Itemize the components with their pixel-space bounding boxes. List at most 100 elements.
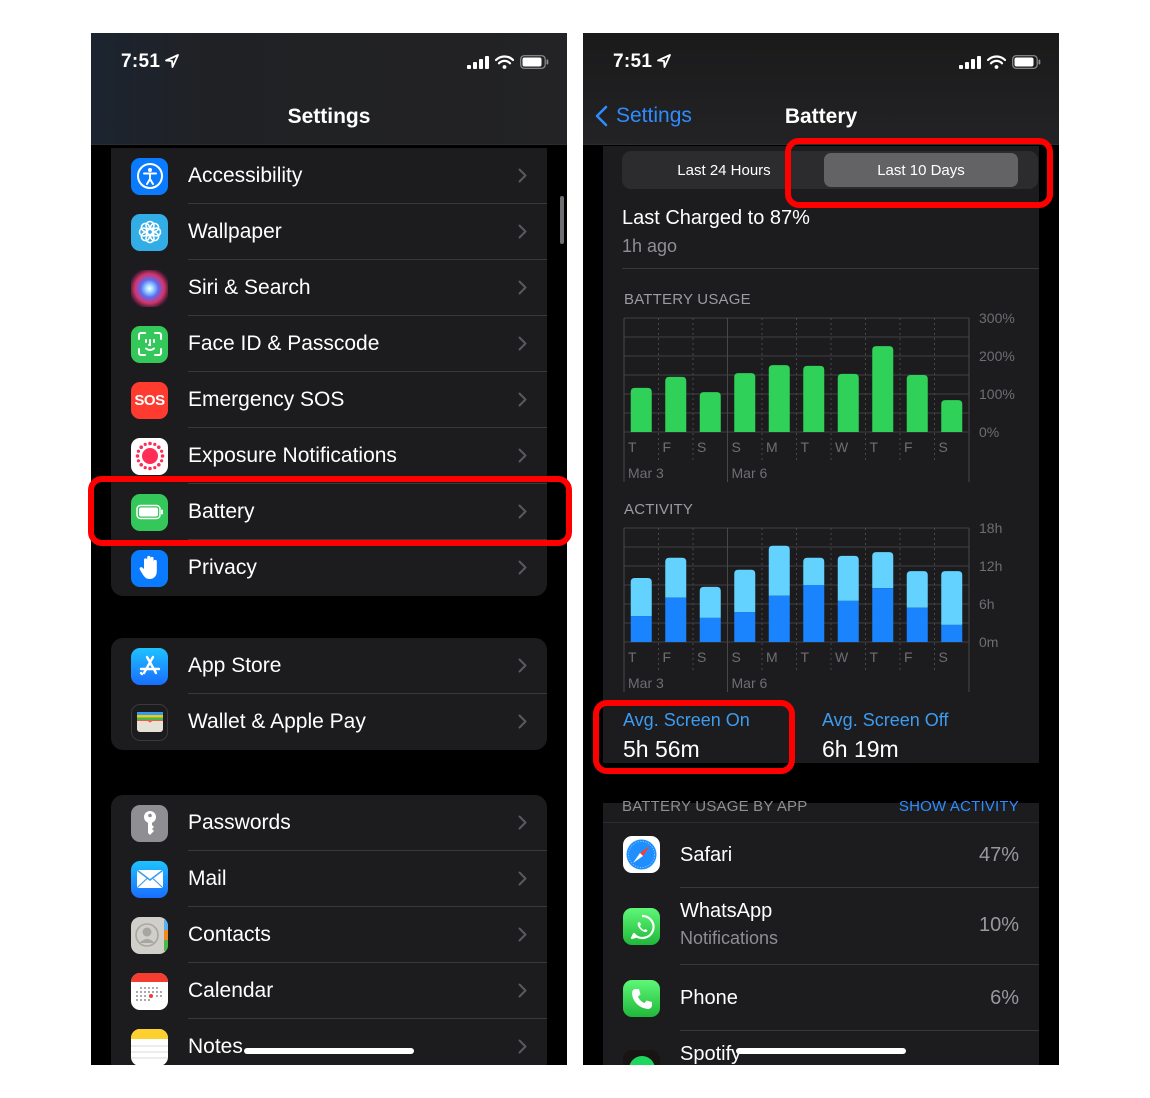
chevron-right-icon — [518, 871, 527, 886]
chevron-right-icon — [518, 280, 527, 295]
app-percent: 47% — [978, 844, 1019, 866]
chevron-right-icon — [518, 168, 527, 183]
settings-item-label: Privacy — [188, 556, 257, 579]
chevron-right-icon — [518, 1039, 527, 1054]
settings-item-label: Mail — [188, 867, 227, 890]
settings-screen: 7:51 Settings Accessibility Wallpaper Si… — [91, 33, 567, 1065]
screen-on-bar — [768, 595, 790, 642]
battery-bar — [734, 373, 756, 432]
app-usage-list: Safari 47% WhatsApp Notifications 10% Ph… — [603, 822, 1039, 1065]
battery-bar — [906, 375, 928, 432]
settings-item-wallet-apple-pay[interactable]: Wallet & Apple Pay — [111, 694, 547, 750]
settings-item-label: Exposure Notifications — [188, 444, 397, 467]
app-name: Safari — [680, 844, 733, 866]
settings-item-label: Wallpaper — [188, 220, 282, 243]
app-row-safari[interactable]: Safari 47% — [603, 822, 1039, 888]
y-tick-label: 200% — [979, 348, 1015, 364]
settings-item-accessibility[interactable]: Accessibility — [111, 148, 547, 204]
y-tick-label: 18h — [979, 520, 1002, 536]
calendar-icon — [131, 972, 168, 1010]
battery-bar — [837, 373, 859, 432]
location-arrow-icon — [657, 54, 671, 68]
cellular-signal-icon — [959, 55, 981, 69]
status-bar: 7:51 — [91, 33, 567, 93]
battery-status-icon — [1012, 55, 1041, 69]
x-tick-label: S — [697, 439, 706, 455]
settings-item-app-store[interactable]: App Store — [111, 638, 547, 694]
x-tick-label: S — [697, 649, 706, 665]
screen-off-bar — [906, 571, 928, 608]
privacy-hand-icon — [131, 549, 168, 587]
wallet-icon — [131, 703, 168, 741]
settings-item-siri-search[interactable]: Siri & Search — [111, 260, 547, 316]
last-charged-label: Last Charged to 87% — [622, 207, 810, 229]
settings-item-label: Notes — [188, 1035, 243, 1058]
battery-status-icon — [520, 55, 549, 69]
contacts-icon — [131, 916, 168, 954]
navigation-bar: 7:51 Settings Battery — [583, 33, 1059, 145]
last-10-days-highlight — [785, 138, 1053, 208]
settings-item-emergency-sos[interactable]: SOS Emergency SOS — [111, 372, 547, 428]
chevron-right-icon — [518, 448, 527, 463]
phone-icon — [623, 980, 660, 1017]
date-label: Mar 6 — [732, 465, 768, 481]
wifi-icon — [495, 55, 514, 69]
home-indicator[interactable] — [736, 1048, 906, 1054]
screen-on-bar — [837, 600, 859, 642]
settings-item-face-id-passcode[interactable]: Face ID & Passcode — [111, 316, 547, 372]
x-tick-label: S — [732, 439, 741, 455]
usage-by-app-header: BATTERY USAGE BY APP — [622, 798, 808, 815]
settings-item-label: App Store — [188, 654, 282, 677]
settings-item-calendar[interactable]: Calendar — [111, 963, 547, 1019]
screen-on-bar — [699, 617, 721, 642]
settings-item-label: Accessibility — [188, 164, 303, 187]
x-tick-label: S — [939, 649, 948, 665]
scrollbar[interactable] — [560, 196, 564, 244]
key-icon — [131, 804, 168, 842]
screen-off-bar — [837, 555, 859, 601]
screen-off-bar — [630, 578, 652, 617]
activity-chart: 0m 6h 12h 18h T F S S M T W T F S Mar 3 Mar 6 — [623, 520, 1002, 692]
settings-item-label: Wallet & Apple Pay — [188, 710, 366, 733]
status-bar: 7:51 — [583, 33, 1059, 93]
settings-item-notes[interactable]: Notes — [111, 1019, 547, 1065]
settings-item-wallpaper[interactable]: Wallpaper — [111, 204, 547, 260]
navigation-bar: 7:51 Settings — [91, 33, 567, 145]
x-tick-label: F — [904, 649, 913, 665]
settings-item-mail[interactable]: Mail — [111, 851, 547, 907]
app-row-phone[interactable]: Phone 6% — [603, 965, 1039, 1031]
screen-on-bar — [734, 612, 756, 642]
page-title: Battery — [784, 105, 858, 128]
settings-item-label: Contacts — [188, 923, 271, 946]
screen-off-bar — [768, 545, 790, 596]
screen-off-bar — [665, 557, 687, 598]
battery-bar — [941, 400, 963, 432]
date-label: Mar 3 — [628, 465, 664, 481]
whatsapp-icon — [623, 908, 660, 945]
y-tick-label: 6h — [979, 596, 995, 612]
app-name: Spotify — [680, 1043, 742, 1065]
status-time: 7:51 — [613, 51, 653, 72]
app-row-whatsapp[interactable]: WhatsApp Notifications 10% — [603, 888, 1039, 965]
battery-bar — [803, 365, 825, 432]
y-tick-label: 0% — [979, 424, 999, 440]
battery-row-highlight — [88, 476, 572, 546]
x-tick-label: S — [939, 439, 948, 455]
settings-item-passwords[interactable]: Passwords — [111, 795, 547, 851]
screen-on-bar — [665, 597, 687, 642]
avg-screen-off-label: Avg. Screen Off — [822, 710, 949, 730]
exposure-notifications-icon — [131, 437, 168, 475]
settings-item-contacts[interactable]: Contacts — [111, 907, 547, 963]
settings-group-apps: Passwords Mail Contacts Calendar Notes — [111, 795, 547, 1065]
avg-screen-on-highlight — [593, 700, 795, 774]
app-percent: 6% — [990, 987, 1019, 1009]
date-label: Mar 6 — [732, 675, 768, 691]
home-indicator[interactable] — [244, 1048, 414, 1054]
show-activity-button[interactable]: SHOW ACTIVITY — [899, 798, 1019, 815]
screen-on-bar — [941, 624, 963, 642]
y-tick-label: 300% — [979, 310, 1015, 326]
location-arrow-icon — [165, 54, 179, 68]
settings-item-privacy[interactable]: Privacy — [111, 540, 547, 596]
last-charged-time: 1h ago — [622, 236, 678, 256]
app-subtitle: Notifications — [680, 928, 779, 948]
